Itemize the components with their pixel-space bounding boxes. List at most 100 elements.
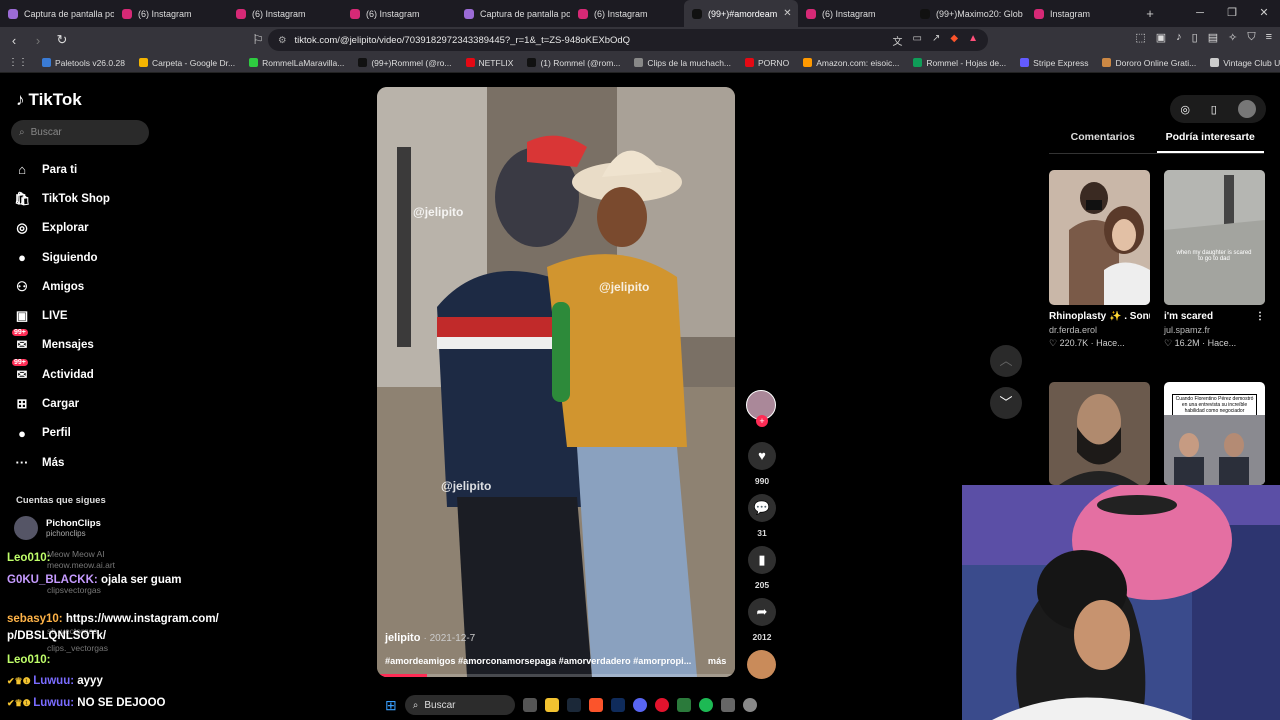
menu-icon[interactable]: ≡	[1266, 31, 1272, 44]
nav-item-explorar[interactable]: ◎ Explorar	[14, 214, 164, 243]
brave-icon[interactable]	[588, 698, 603, 712]
nav-item-siguiendo[interactable]: ● Siguiendo	[14, 243, 164, 272]
notepad-icon[interactable]	[676, 698, 691, 712]
recommendation-card[interactable]: Rhinoplasty ✨ . Sonuçlar kişiden... dr.f…	[1049, 170, 1150, 349]
share-icon[interactable]: ↗	[932, 33, 940, 48]
device-icon[interactable]: ▯	[1211, 103, 1217, 116]
extensions-icon[interactable]: ⬚	[1135, 31, 1145, 44]
follow-plus-icon[interactable]: +	[756, 415, 768, 427]
steam-icon[interactable]	[566, 698, 581, 712]
task-view-icon[interactable]	[522, 698, 537, 712]
opera-icon[interactable]	[654, 698, 669, 712]
bookmark-item[interactable]: Stripe Express	[1020, 58, 1088, 68]
tab-comentarios[interactable]: Comentarios	[1049, 131, 1157, 153]
discover-icon[interactable]: ◎	[1180, 103, 1190, 116]
file-explorer-icon[interactable]	[544, 698, 559, 712]
close-window-icon[interactable]: ✕	[1248, 0, 1280, 27]
video-progress-bar[interactable]	[377, 674, 735, 677]
more-link[interactable]: más	[708, 656, 726, 666]
creator-avatar[interactable]: +	[746, 390, 776, 427]
windows-start-icon[interactable]: ⊞	[385, 697, 397, 714]
obs-icon[interactable]	[742, 698, 757, 712]
maximize-icon[interactable]: ❐	[1216, 0, 1248, 27]
back-icon[interactable]: ‹	[4, 33, 24, 48]
bookmark-item[interactable]: (1) Rommel (@rom...	[527, 58, 620, 68]
browser-tab[interactable]: (6) Instagram	[228, 0, 342, 27]
apps-grid-icon[interactable]: ⋮⋮	[8, 57, 28, 68]
translate-icon[interactable]: 文	[893, 33, 903, 48]
bookmark-item[interactable]: (99+)Rommel (@ro...	[358, 58, 452, 68]
nav-item-amigos[interactable]: ⚇ Amigos	[14, 272, 164, 301]
bookmark-item[interactable]: Carpeta - Google Dr...	[138, 58, 235, 68]
browser-tab[interactable]: Captura de pantalla po	[456, 0, 570, 27]
nav-item-m-s[interactable]: ··· Más	[14, 448, 164, 477]
bookmark-item[interactable]: Dororo Online Grati...	[1102, 58, 1196, 68]
rewards-icon[interactable]: ▲	[968, 33, 978, 48]
chat-text: ayyy	[77, 675, 103, 687]
browser-tab[interactable]: Captura de pantalla po	[0, 0, 114, 27]
previous-video-button[interactable]: ︿	[990, 345, 1022, 377]
site-info-icon[interactable]: ⚙	[278, 35, 287, 46]
forward-icon[interactable]: ›	[28, 33, 48, 48]
bookmark-item[interactable]: PORNO	[745, 58, 789, 68]
comment-button[interactable]: 💬	[748, 494, 776, 522]
nav-item-tiktok-shop[interactable]: 🛍 TikTok Shop	[14, 184, 164, 213]
bookmark-page-icon[interactable]: ⚐	[248, 32, 268, 48]
tiktok-logo[interactable]: ♪ TikTok	[16, 90, 82, 110]
recommendation-card[interactable]: when my daughter is scared to go to dad …	[1164, 170, 1265, 349]
close-tab-icon[interactable]: ✕	[783, 8, 791, 19]
share-button[interactable]: ➦	[748, 598, 776, 626]
next-video-button[interactable]: ﹀	[990, 387, 1022, 419]
recommendation-card[interactable]: Cuando Florentino Pérez demostró en una …	[1164, 382, 1265, 485]
vpn-icon[interactable]: ⛉	[1247, 31, 1255, 44]
bookmark-item[interactable]: Amazon.com: eisoic...	[803, 58, 899, 68]
screen-icon[interactable]: ▭	[913, 33, 922, 48]
screenshot-icon[interactable]: ▣	[1156, 31, 1166, 44]
video-author[interactable]: jelipito · 2021-12-7	[385, 632, 475, 644]
like-button[interactable]: ♥	[748, 442, 776, 470]
nav-item-para-ti[interactable]: ⌂ Para ti	[14, 155, 164, 184]
nav-item-cargar[interactable]: ⊞ Cargar	[14, 389, 164, 418]
bookmark-item[interactable]: Clips de la muchach...	[634, 58, 731, 68]
profile-avatar-icon[interactable]	[1237, 100, 1256, 118]
wallet-icon[interactable]: ▤	[1208, 31, 1218, 44]
browser-tab[interactable]: Instagram	[1026, 0, 1140, 27]
nav-item-perfil[interactable]: ● Perfil	[14, 419, 164, 448]
save-button[interactable]: ▮	[748, 546, 776, 574]
discord-icon[interactable]	[632, 698, 647, 712]
photoshop-icon[interactable]	[610, 698, 625, 712]
browser-tab[interactable]: (99+)Maximo20: Glob	[912, 0, 1026, 27]
sidebar-icon[interactable]: ▯	[1192, 31, 1198, 44]
browser-tab[interactable]: (6) Instagram	[342, 0, 456, 27]
browser-tab[interactable]: (6) Instagram	[570, 0, 684, 27]
bookmark-item[interactable]: Vintage Club UK - O...	[1210, 58, 1280, 68]
new-tab-button[interactable]: +	[1140, 6, 1160, 21]
taskbar-search[interactable]: ⌕ Buscar	[404, 695, 515, 715]
nav-item-live[interactable]: ▣ LIVE	[14, 301, 164, 330]
recommendation-card[interactable]	[1049, 382, 1150, 485]
spotify-icon[interactable]	[698, 698, 713, 712]
url-field[interactable]: ⚙ tiktok.com/@jelipito/video/70391829723…	[268, 29, 988, 51]
music-disc-icon[interactable]	[747, 650, 776, 679]
reload-icon[interactable]: ↻	[52, 32, 72, 48]
music-icon[interactable]: ♪	[1176, 31, 1182, 44]
vpn-app-icon[interactable]	[720, 698, 735, 712]
bookmark-item[interactable]: RommelLaMaravilla...	[249, 58, 344, 68]
bookmark-item[interactable]: Rommel - Hojas de...	[913, 58, 1006, 68]
brave-shield-icon[interactable]: ◆	[950, 33, 958, 48]
nav-item-actividad[interactable]: ✉ 99+ Actividad	[12, 358, 164, 389]
browser-tab[interactable]: (99+)#amordeam ✕	[684, 0, 798, 27]
minimize-icon[interactable]: ─	[1184, 0, 1216, 27]
video-caption[interactable]: #amordeamigos #amorconamorsepaga #amorve…	[385, 656, 726, 666]
tab-podria-interesarte[interactable]: Podría interesarte	[1156, 131, 1264, 153]
ai-icon[interactable]: ✧	[1228, 31, 1237, 44]
browser-tab[interactable]: (6) Instagram	[798, 0, 912, 27]
more-options-icon[interactable]: ⋮	[1255, 311, 1265, 322]
bookmark-item[interactable]: NETFLIX	[465, 58, 513, 68]
video-player[interactable]: @jelipito @jelipito @jelipito jelipito ·…	[377, 87, 735, 677]
nav-item-mensajes[interactable]: ✉ 99+ Mensajes	[12, 329, 164, 360]
browser-tab[interactable]: (6) Instagram	[114, 0, 228, 27]
bookmark-item[interactable]: Paletools v26.0.28	[42, 58, 125, 68]
search-input[interactable]: ⌕ Buscar	[11, 120, 149, 145]
following-item[interactable]: PichonClips pichonclips	[14, 516, 101, 540]
